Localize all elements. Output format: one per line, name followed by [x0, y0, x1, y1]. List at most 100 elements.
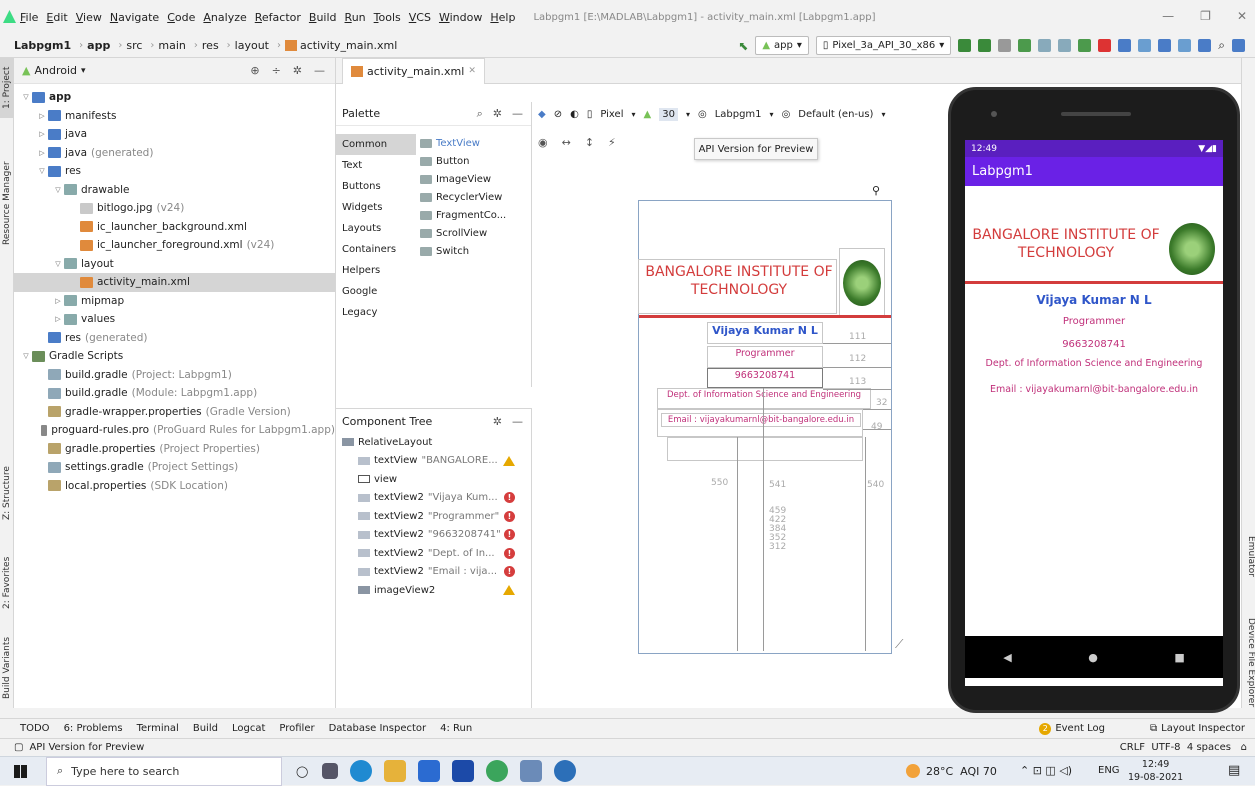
bottom-tab[interactable]: Profiler — [279, 723, 314, 734]
tree-item[interactable]: ▷ java (generated) — [14, 144, 335, 163]
breadcrumb-item[interactable]: src — [126, 39, 142, 52]
layout-inspector-button[interactable]: ⧉ Layout Inspector — [1150, 723, 1245, 734]
component-item[interactable]: view — [336, 470, 531, 489]
eye-icon[interactable]: ◉ — [538, 136, 548, 149]
breadcrumb-item[interactable]: app — [87, 39, 110, 52]
palette-category-google[interactable]: Google — [336, 281, 416, 302]
menu-item-code[interactable]: Code — [167, 11, 195, 24]
design-mode-icon[interactable]: ◆ — [538, 109, 546, 120]
tab-favorites[interactable]: 2: Favorites — [0, 548, 14, 618]
hide-icon[interactable]: — — [512, 107, 523, 121]
tab-activity-main[interactable]: activity_main.xml ✕ — [342, 57, 485, 84]
gear-icon[interactable]: ✲ — [493, 415, 502, 428]
tree-item[interactable]: ic_launcher_background.xml — [14, 218, 335, 237]
home-icon[interactable]: ● — [1088, 651, 1098, 664]
file-explorer-icon[interactable] — [384, 760, 407, 782]
stop-icon[interactable] — [1098, 39, 1112, 52]
error-icon[interactable]: ! — [504, 510, 515, 522]
debug-icon[interactable] — [1018, 39, 1032, 52]
encoding-info[interactable]: CRLF UTF-8 4 spaces — [1120, 742, 1231, 753]
palette-item[interactable]: ScrollView — [420, 224, 532, 242]
device-select[interactable]: ▯ Pixel_3a_API_30_x86 ▾ — [815, 36, 952, 55]
tree-item[interactable]: bitlogo.jpg (v24) — [14, 199, 335, 218]
tree-item[interactable]: ▽ drawable — [14, 181, 335, 200]
tree-item[interactable]: gradle-wrapper.properties (Gradle Version… — [14, 403, 335, 422]
close-icon[interactable]: ✕ — [468, 66, 476, 76]
lock-icon[interactable]: ⌂ — [1241, 742, 1247, 753]
menu-item-vcs[interactable]: VCS — [409, 11, 431, 24]
chevron-down-icon[interactable]: ▽ — [36, 167, 48, 175]
menu-item-build[interactable]: Build — [309, 11, 337, 24]
palette-item[interactable]: Switch — [420, 242, 532, 260]
tree-item[interactable]: build.gradle (Module: Labpgm1.app) — [14, 384, 335, 403]
gear-icon[interactable]: ✲ — [293, 64, 302, 77]
tree-item[interactable]: ▷ values — [14, 310, 335, 329]
collapse-icon[interactable]: ÷ — [272, 64, 281, 77]
close-icon[interactable]: ✕ — [1237, 9, 1247, 23]
palette-category-widgets[interactable]: Widgets — [336, 197, 416, 218]
bottom-tab[interactable]: Build — [193, 723, 218, 734]
bottom-tab[interactable]: 6: Problems — [64, 723, 123, 734]
palette-item[interactable]: Button — [420, 152, 532, 170]
palette-category-containers[interactable]: Containers — [336, 239, 416, 260]
run-config-select[interactable]: ▲ app ▾ — [755, 36, 809, 55]
palette-item[interactable]: ImageView — [420, 170, 532, 188]
vertical-constraint-icon[interactable]: ↕ — [585, 136, 594, 149]
tray-icons[interactable]: ⌃ ⊡ ◫ ◁) — [1020, 764, 1072, 777]
apply-code-changes-icon[interactable] — [978, 39, 992, 52]
chevron-down-icon[interactable]: ▽ — [20, 352, 32, 360]
menu-item-file[interactable]: File — [20, 11, 38, 24]
component-item[interactable]: textView2 "Dept. of In...! — [336, 544, 531, 563]
tree-item[interactable]: res (generated) — [14, 329, 335, 348]
weather-text[interactable]: 28°C AQI 70 — [926, 765, 997, 778]
error-icon[interactable]: ! — [504, 566, 515, 578]
menu-item-refactor[interactable]: Refactor — [255, 11, 301, 24]
taskbar-search[interactable]: ⌕ Type here to search — [46, 756, 282, 786]
window-icon[interactable]: ▢ — [14, 742, 23, 753]
bottom-tab[interactable]: Terminal — [137, 723, 179, 734]
orientation-icon[interactable]: ⊘ — [554, 109, 562, 120]
attach-icon[interactable] — [1058, 39, 1072, 52]
layout-inspector-icon[interactable] — [1178, 39, 1192, 52]
menu-item-analyze[interactable]: Analyze — [203, 11, 246, 24]
breadcrumb-item[interactable]: layout — [235, 39, 269, 52]
warning-icon[interactable] — [503, 585, 515, 596]
coverage-icon[interactable] — [1078, 39, 1092, 52]
tree-item[interactable]: ▷ java — [14, 125, 335, 144]
back-icon[interactable]: ◀ — [1003, 651, 1011, 664]
search-icon[interactable]: ⌕ — [477, 107, 483, 121]
locale-select[interactable]: Default (en-us) — [798, 109, 873, 120]
emulator-screen[interactable]: 12:49 ▼◢▮ Labpgm1 BANGALORE INSTITUTE OF… — [965, 140, 1223, 686]
palette-category-helpers[interactable]: Helpers — [336, 260, 416, 281]
minimize-icon[interactable]: — — [1162, 9, 1174, 23]
menu-item-view[interactable]: View — [76, 11, 102, 24]
store-icon[interactable] — [418, 760, 441, 782]
chevron-down-icon[interactable]: ▽ — [52, 186, 64, 194]
margin-icon[interactable]: ↔ — [562, 136, 571, 149]
tree-item[interactable]: activity_main.xml — [14, 273, 335, 292]
menu-item-help[interactable]: Help — [490, 11, 515, 24]
tree-item[interactable]: ▽ layout — [14, 255, 335, 274]
recents-icon[interactable]: ■ — [1174, 651, 1184, 664]
error-icon[interactable]: ! — [504, 547, 515, 559]
resize-handle-icon[interactable]: ⟋ — [895, 637, 903, 652]
event-log-button[interactable]: 2 Event Log — [1039, 722, 1105, 735]
notification-icon[interactable]: ▤ — [1228, 763, 1240, 778]
apply-changes-icon[interactable] — [958, 39, 972, 52]
clock[interactable]: 12:49 19-08-2021 — [1128, 758, 1183, 784]
tree-item[interactable]: ▽ Gradle Scripts — [14, 347, 335, 366]
design-canvas[interactable]: ⚲ BANGALORE INSTITUTE OF TECHNOLOGY Vija… — [638, 184, 903, 654]
search-icon[interactable]: ⌕ — [1218, 38, 1225, 53]
component-item[interactable]: textView "BANGALORE... — [336, 452, 531, 471]
bottom-tab[interactable]: 4: Run — [440, 723, 472, 734]
chevron-down-icon[interactable]: ▽ — [52, 260, 64, 268]
restore-icon[interactable]: ❐ — [1200, 9, 1211, 23]
component-item[interactable]: textView2 "Vijaya Kum...! — [336, 489, 531, 508]
hide-icon[interactable]: — — [512, 415, 523, 428]
mail-icon[interactable] — [452, 760, 475, 782]
tree-item[interactable]: ▷ manifests — [14, 107, 335, 126]
device-select[interactable]: Pixel — [600, 109, 623, 120]
run-list-icon[interactable] — [998, 39, 1012, 52]
menu-item-navigate[interactable]: Navigate — [110, 11, 159, 24]
api-level-select[interactable]: 30 — [659, 107, 678, 121]
